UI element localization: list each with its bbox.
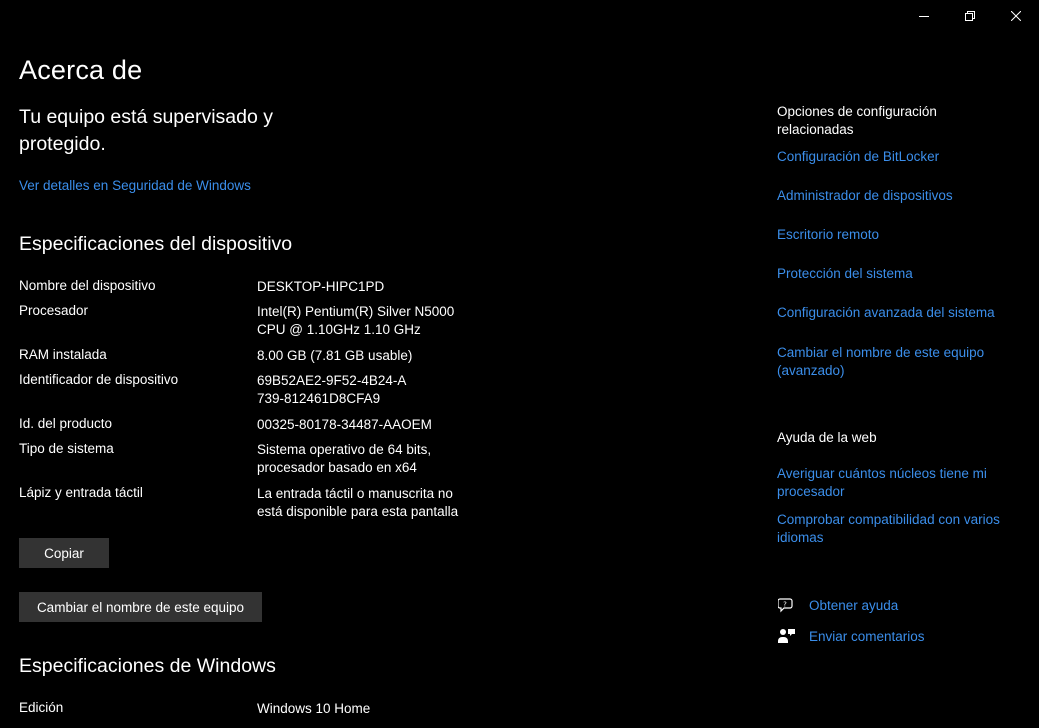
- restore-button[interactable]: [947, 0, 993, 32]
- restore-icon: [965, 11, 975, 21]
- page-title: Acerca de: [19, 55, 143, 85]
- send-feedback-link[interactable]: Enviar comentarios: [777, 627, 925, 645]
- spec-label: Tipo de sistema: [19, 441, 114, 456]
- copy-button[interactable]: Copiar: [19, 538, 109, 568]
- security-status-title: Tu equipo está supervisado y protegido.: [19, 106, 274, 155]
- close-button[interactable]: [993, 0, 1039, 32]
- spec-value: DESKTOP-HIPC1PD: [257, 279, 385, 294]
- spec-value: 69B52AE2-9F52-4B24-A739-812461D8CFA9: [257, 373, 407, 406]
- windows-specs-title: Especificaciones de Windows: [19, 655, 276, 677]
- spec-value: Windows 10 Home: [257, 701, 371, 716]
- spec-label: Edición: [19, 700, 64, 715]
- spec-value: La entrada táctil o manuscrita no está d…: [257, 486, 459, 519]
- spec-value: 8.00 GB (7.81 GB usable): [257, 348, 413, 363]
- spec-label: Procesador: [19, 303, 89, 318]
- feedback-icon: [777, 627, 797, 645]
- spec-value: Sistema operativo de 64 bits, procesador…: [257, 442, 432, 475]
- processor-cores-link[interactable]: Averiguar cuántos núcleos tiene mi proce…: [777, 465, 1007, 501]
- minimize-button[interactable]: [901, 0, 947, 32]
- chat-help-icon: ?: [777, 596, 797, 614]
- close-icon: [1011, 11, 1021, 21]
- spec-value: 00325-80178-34487-AAOEM: [257, 417, 432, 432]
- web-help-heading: Ayuda de la web: [777, 430, 877, 445]
- spec-label: Id. del producto: [19, 416, 113, 431]
- windows-security-link[interactable]: Ver detalles en Seguridad de Windows: [19, 178, 251, 193]
- spec-label: Nombre del dispositivo: [19, 278, 156, 293]
- spec-value: Intel(R) Pentium(R) Silver N5000 CPU @ 1…: [257, 304, 455, 337]
- svg-text:?: ?: [783, 601, 787, 609]
- system-protection-link[interactable]: Protección del sistema: [777, 265, 1022, 283]
- get-help-link[interactable]: ? Obtener ayuda: [777, 596, 898, 614]
- remote-desktop-link[interactable]: Escritorio remoto: [777, 226, 1022, 244]
- related-settings-heading: Opciones de configuración relacionadas: [777, 104, 937, 137]
- window-controls: [901, 0, 1039, 32]
- advanced-system-settings-link[interactable]: Configuración avanzada del sistema: [777, 304, 1022, 322]
- minimize-icon: [919, 16, 929, 17]
- device-manager-link[interactable]: Administrador de dispositivos: [777, 187, 1022, 205]
- spec-label: Identificador de dispositivo: [19, 372, 179, 387]
- get-help-label: Obtener ayuda: [809, 597, 899, 613]
- language-compat-link[interactable]: Comprobar compatibilidad con varios idio…: [777, 511, 1022, 547]
- rename-pc-button[interactable]: Cambiar el nombre de este equipo: [19, 592, 262, 622]
- device-specs-title: Especificaciones del dispositivo: [19, 233, 293, 255]
- spec-label: RAM instalada: [19, 347, 107, 362]
- spec-label: Lápiz y entrada táctil: [19, 485, 143, 500]
- send-feedback-label: Enviar comentarios: [809, 628, 925, 644]
- bitlocker-settings-link[interactable]: Configuración de BitLocker: [777, 148, 1022, 166]
- rename-pc-advanced-link[interactable]: Cambiar el nombre de este equipo (avanza…: [777, 344, 1002, 380]
